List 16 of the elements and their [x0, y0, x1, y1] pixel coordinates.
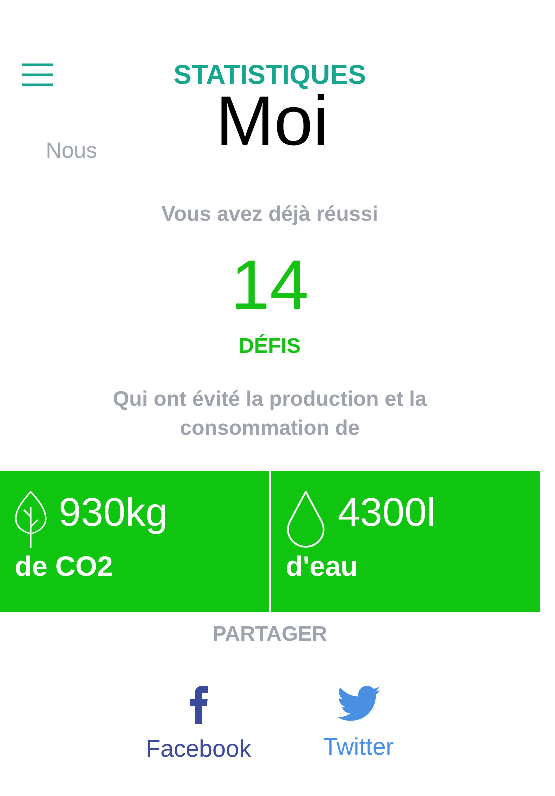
stat-value: 4300l: [338, 492, 436, 532]
outro-text: Qui ont évité la production et la consommation de: [112, 386, 428, 442]
challenge-unit: DÉFIS: [239, 334, 301, 360]
facebook-icon: [190, 686, 208, 724]
stat-label: d'eau: [286, 552, 360, 580]
menu-icon[interactable]: [22, 63, 53, 87]
leaf-icon: [15, 490, 47, 548]
share-heading: PARTAGER: [212, 622, 328, 648]
bird-icon: [336, 686, 381, 722]
water-drop-icon: [286, 490, 326, 548]
challenge-count: 14: [231, 250, 309, 320]
page-title: STATISTIQUES: [172, 62, 368, 89]
share-link[interactable]: Facebook: [146, 738, 252, 762]
stat-label: de CO2: [15, 552, 114, 580]
stat-value: 930kg: [59, 492, 168, 532]
intro-text: Vous avez déjà réussi: [162, 202, 378, 228]
